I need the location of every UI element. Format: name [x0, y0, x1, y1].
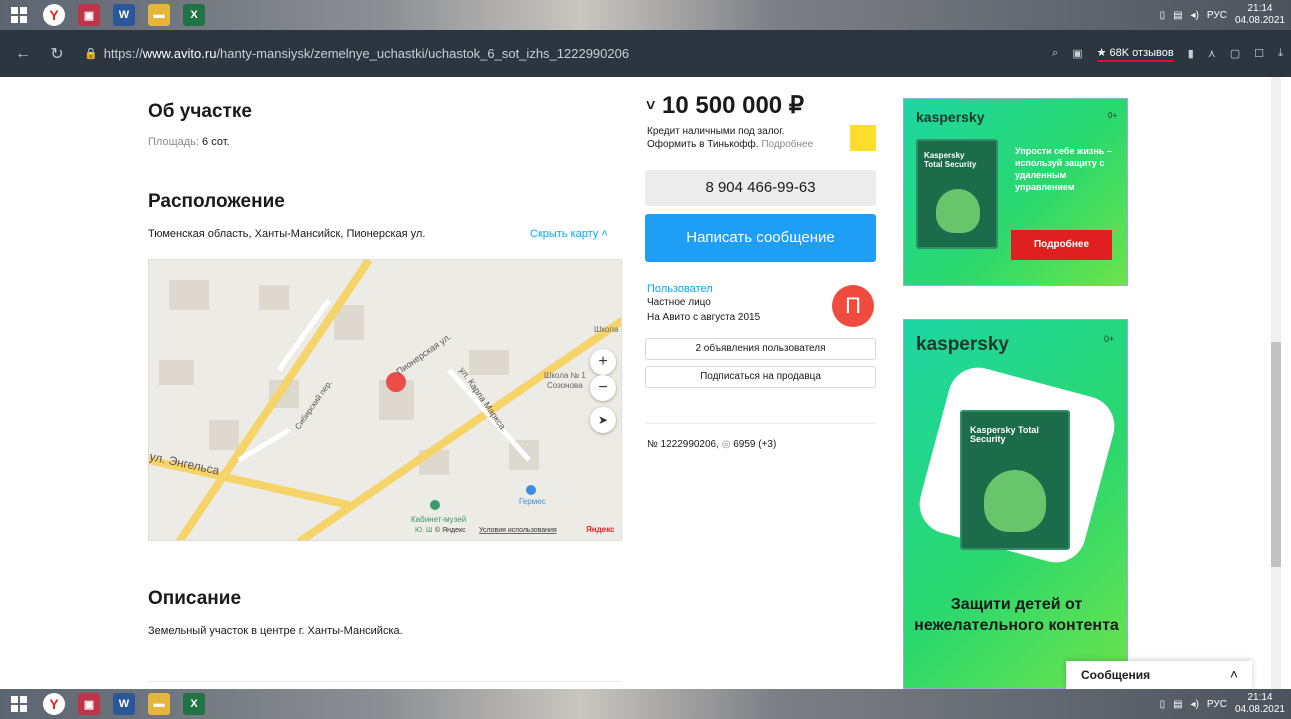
ad2-text: Защити детей от нежелательного контента [914, 596, 1119, 634]
app-icon[interactable]: ▣ [78, 4, 100, 26]
folder-icon[interactable]: ▬ [148, 4, 170, 26]
subscribe-button[interactable]: Подписаться на продавца [645, 366, 876, 388]
system-tray: ▯ ▤ ◂) РУС 21:14 04.08.2021 [1160, 692, 1285, 716]
yandex-browser-icon[interactable]: Y [43, 4, 65, 26]
svg-text:Кабинет-музей: Кабинет-музей [411, 515, 466, 524]
write-message-button[interactable]: Написать сообщение [645, 214, 876, 262]
location-title: Расположение [148, 191, 285, 212]
user-name-link[interactable]: Пользовател [647, 283, 713, 295]
ad1-more-button[interactable]: Подробнее [1011, 230, 1112, 260]
top-taskbar: Y ▣ W ▬ X ▯ ▤ ◂) РУС 21:14 04.08.2021 [0, 0, 1291, 30]
product-box-image: Kaspersky Total Security [960, 410, 1070, 550]
back-icon[interactable]: ← [12, 45, 34, 63]
svg-text:Яндекс: Яндекс [586, 525, 615, 534]
windows-start-icon[interactable] [8, 4, 30, 26]
user-ads-button[interactable]: 2 объявления пользователя [645, 338, 876, 360]
lock-icon: 🔒 [84, 48, 98, 60]
zoom-out-button[interactable]: − [590, 375, 616, 401]
scrollbar[interactable] [1271, 77, 1281, 689]
credit-more-link[interactable]: Подробнее [761, 139, 813, 150]
tinkoff-logo [850, 125, 876, 151]
download-icon[interactable]: ⤓ [1278, 47, 1283, 60]
kaspersky-ad-2[interactable]: kaspersky 0+ Kaspersky Total Security За… [903, 319, 1128, 689]
network-icon: ▤ [1173, 9, 1183, 21]
area-info: Площадь: 6 сот. [148, 136, 230, 148]
reviews-badge[interactable]: ★ 68K отзывов [1096, 46, 1174, 62]
ad-meta: № 1222990206, ◎ 6959 (+3) [647, 439, 777, 450]
svg-text:Ю. Ш: Ю. Ш [415, 527, 432, 534]
extension2-icon[interactable]: ⋏ [1208, 47, 1216, 60]
excel-icon[interactable]: X [183, 693, 205, 715]
share-icon[interactable]: ☐ [1254, 47, 1264, 60]
clock[interactable]: 21:14 04.08.2021 [1235, 692, 1285, 716]
svg-text:Гермес: Гермес [519, 497, 546, 506]
clock[interactable]: 21:14 04.08.2021 [1235, 3, 1285, 27]
credit-line1: Кредит наличными под залог. [647, 126, 785, 137]
browser-toolbar: ← ↻ 🔒 https://www.avito.ru/hanty-mansiys… [0, 30, 1291, 77]
app-icon[interactable]: ▣ [78, 693, 100, 715]
svg-text:© Яндекс: © Яндекс [435, 526, 466, 534]
lang-indicator[interactable]: РУС [1207, 699, 1227, 710]
network-icon: ▤ [1173, 698, 1183, 710]
yandex-browser-icon[interactable]: Y [43, 693, 65, 715]
search-icon[interactable]: ⌕ [1052, 47, 1058, 60]
bookmark-icon[interactable]: ▮ [1188, 47, 1194, 60]
page-content: Об участке Площадь: 6 сот. Расположение … [0, 77, 1291, 689]
bottom-taskbar: Y ▣ W ▬ X ▯ ▤ ◂) РУС 21:14 04.08.2021 [0, 689, 1291, 719]
svg-text:Созонова: Созонова [547, 381, 583, 390]
word-icon[interactable]: W [113, 4, 135, 26]
reader-icon[interactable]: ▢ [1230, 47, 1240, 60]
user-type: Частное лицо [647, 297, 711, 308]
ad1-text: Упрости себе жизнь – используй защиту с … [1015, 146, 1112, 192]
divider [645, 423, 876, 424]
description-title: Описание [148, 588, 242, 609]
map-canvas[interactable]: Пионерская ул. ул. Карла Маркса ул. Энге… [149, 260, 622, 541]
price: ˅ 10 500 000 ₽ [646, 92, 805, 119]
zoom-in-button[interactable]: + [590, 349, 616, 375]
map[interactable]: Пионерская ул. ул. Карла Маркса ул. Энге… [148, 259, 622, 541]
volume-icon: ◂) [1190, 698, 1199, 710]
hide-map-link[interactable]: Скрыть карту ˄ [530, 228, 608, 240]
folder-icon[interactable]: ▬ [148, 693, 170, 715]
user-since: На Авито с августа 2015 [647, 312, 761, 323]
credit-line2: Оформить в Тинькофф. Подробнее [647, 139, 814, 150]
svg-text:Школа №: Школа № [594, 325, 622, 334]
messages-bar[interactable]: Сообщения ˄ [1066, 661, 1252, 689]
about-title: Об участке [148, 101, 252, 122]
address-bar[interactable]: 🔒 https://www.avito.ru/hanty-mansiysk/ze… [84, 46, 629, 61]
battery-icon: ▯ [1159, 9, 1166, 21]
svg-text:Школа № 1: Школа № 1 [544, 371, 586, 380]
avatar[interactable]: П [832, 285, 874, 327]
geolocation-button[interactable]: ➤ [590, 407, 616, 433]
volume-icon: ◂) [1190, 9, 1199, 21]
address-text: Тюменская область, Ханты-Мансийск, Пионе… [148, 228, 426, 240]
phone-button[interactable]: 8 904 466-99-63 [645, 170, 876, 206]
excel-icon[interactable]: X [183, 4, 205, 26]
chevron-up-icon[interactable]: ˄ [1230, 666, 1238, 682]
reload-icon[interactable]: ↻ [46, 44, 68, 64]
description-text: Земельный участок в центре г. Ханты-Манс… [148, 625, 403, 637]
windows-start-icon[interactable] [8, 693, 30, 715]
system-tray: ▯ ▤ ◂) РУС 21:14 04.08.2021 [1160, 3, 1285, 27]
svg-text:Условия использования: Условия использования [479, 527, 557, 534]
chevron-down-icon[interactable]: ˅ [646, 98, 655, 115]
word-icon[interactable]: W [113, 693, 135, 715]
eye-icon: ◎ [721, 439, 731, 450]
product-box-image: Kaspersky Total Security [916, 139, 998, 249]
kaspersky-ad-1[interactable]: kaspersky 0+ Kaspersky Total Security Уп… [903, 98, 1128, 286]
extension-icon[interactable]: ▣ [1072, 47, 1082, 60]
lang-indicator[interactable]: РУС [1207, 10, 1227, 21]
divider [148, 681, 622, 682]
battery-icon: ▯ [1159, 698, 1166, 710]
